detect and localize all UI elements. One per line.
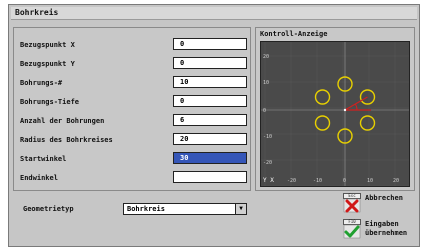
window-title: Bohrkreis bbox=[15, 8, 59, 17]
preview-canvas: 20 10 0 -10 -20 -20 -10 0 10 20 Y X bbox=[261, 42, 409, 186]
y-tick-label: -10 bbox=[263, 134, 272, 140]
field-label: Startwinkel bbox=[20, 155, 67, 163]
parameter-panel: Bezugspunkt X 0 Bezugspunkt Y 0 Bohrungs… bbox=[13, 27, 251, 191]
accept-icon: F10 bbox=[343, 219, 361, 239]
center-point bbox=[343, 108, 347, 112]
startwinkel-input[interactable]: 30 bbox=[173, 152, 247, 164]
preview-plot: 20 10 0 -10 -20 -20 -10 0 10 20 Y X bbox=[260, 41, 410, 187]
geometry-type-label: Geometrietyp bbox=[23, 205, 74, 213]
y-tick-label: 10 bbox=[263, 80, 269, 86]
field-row-startwinkel: Startwinkel 30 bbox=[14, 152, 252, 166]
cancel-button[interactable]: Esc Abbrechen bbox=[341, 193, 415, 215]
green-check-icon bbox=[343, 224, 361, 239]
geometry-type-select[interactable]: Bohrkreis ▼ bbox=[123, 203, 247, 215]
geometry-type-value: Bohrkreis bbox=[127, 205, 165, 213]
x-tick-label: -20 bbox=[287, 178, 296, 184]
field-row-bohrungs-tiefe: Bohrungs-Tiefe 0 bbox=[14, 95, 252, 109]
control-display-title: Kontroll-Anzeige bbox=[260, 30, 328, 38]
bohrungs-nr-input[interactable]: 10 bbox=[173, 76, 247, 88]
field-row-endwinkel: Endwinkel bbox=[14, 171, 252, 185]
field-label: Bezugspunkt Y bbox=[20, 60, 75, 68]
y-tick-label: -20 bbox=[263, 160, 272, 166]
red-x-icon bbox=[343, 198, 361, 213]
field-row-radius: Radius des Bohrkreises 20 bbox=[14, 133, 252, 147]
bezugspunkt-y-input[interactable]: 0 bbox=[173, 57, 247, 69]
x-tick-label: -10 bbox=[313, 178, 322, 184]
plot-grid bbox=[261, 42, 409, 186]
field-label: Bohrungs-Tiefe bbox=[20, 98, 80, 106]
x-tick-label: 20 bbox=[393, 178, 399, 184]
cancel-icon: Esc bbox=[343, 193, 361, 213]
drill-hole bbox=[314, 89, 331, 105]
control-display-panel: Kontroll-Anzeige 20 10 0 -10 -20 -20 -10… bbox=[255, 27, 415, 191]
field-label: Endwinkel bbox=[20, 174, 58, 182]
field-row-bezugspunkt-y: Bezugspunkt Y 0 bbox=[14, 57, 252, 71]
field-label: Anzahl der Bohrungen bbox=[20, 117, 105, 125]
endwinkel-input[interactable] bbox=[173, 171, 247, 183]
x-tick-label: 0 bbox=[343, 178, 346, 184]
axis-label: Y X bbox=[263, 177, 274, 184]
field-label: Bohrungs-# bbox=[20, 79, 63, 87]
field-label: Bezugspunkt X bbox=[20, 41, 75, 49]
radius-input[interactable]: 20 bbox=[173, 133, 247, 145]
y-tick-label: 0 bbox=[263, 108, 266, 114]
drill-hole bbox=[359, 115, 376, 131]
field-row-bohrungs-nr: Bohrungs-# 10 bbox=[14, 76, 252, 90]
field-row-bezugspunkt-x: Bezugspunkt X 0 bbox=[14, 38, 252, 52]
anzahl-bohrungen-input[interactable]: 6 bbox=[173, 114, 247, 126]
accept-button[interactable]: F10 Eingaben übernehmen bbox=[341, 219, 415, 241]
drill-hole bbox=[314, 115, 331, 131]
bohrungs-tiefe-input[interactable]: 0 bbox=[173, 95, 247, 107]
y-tick-label: 20 bbox=[263, 54, 269, 60]
field-row-anzahl: Anzahl der Bohrungen 6 bbox=[14, 114, 252, 128]
title-bar: Bohrkreis bbox=[11, 7, 417, 20]
angle-arc bbox=[354, 103, 358, 111]
bezugspunkt-x-input[interactable]: 0 bbox=[173, 38, 247, 50]
chevron-down-icon[interactable]: ▼ bbox=[235, 204, 246, 214]
cancel-label: Abbrechen bbox=[365, 194, 403, 202]
x-tick-label: 10 bbox=[367, 178, 373, 184]
accept-label: Eingaben übernehmen bbox=[365, 220, 408, 237]
dialog-window: Bohrkreis Bezugspunkt X 0 Bezugspunkt Y … bbox=[8, 4, 420, 247]
field-label: Radius des Bohrkreises bbox=[20, 136, 113, 144]
